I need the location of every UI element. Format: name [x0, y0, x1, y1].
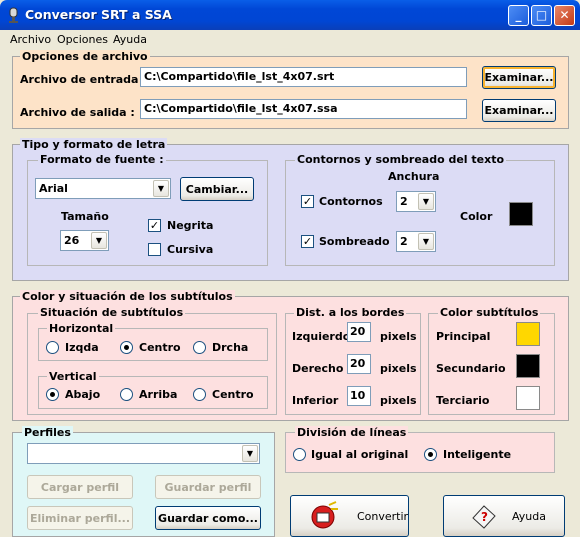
size-select[interactable]: 26 ▼	[60, 230, 109, 251]
horizontal-izqda-label: Izqda	[65, 341, 99, 354]
bottom-margin-unit: pixels	[380, 394, 417, 407]
font-section-title: Tipo y formato de letra	[20, 138, 168, 151]
input-file-label: Archivo de entrada :	[20, 73, 147, 86]
horizontal-title: Horizontal	[47, 322, 116, 335]
change-font-button[interactable]: Cambiar...	[180, 177, 254, 201]
outline-label: Contornos	[319, 195, 383, 208]
left-margin-field[interactable]: 20	[347, 322, 371, 342]
right-margin-label: Derecho	[292, 362, 344, 375]
line-split-original-label: Igual al original	[311, 448, 409, 461]
vertical-title: Vertical	[47, 370, 99, 383]
vertical-centro-label: Centro	[212, 388, 254, 401]
font-format-title: Formato de fuente :	[38, 153, 166, 166]
profile-select[interactable]: ▼	[27, 443, 260, 464]
italic-checkbox[interactable]	[148, 243, 161, 256]
close-button[interactable]: ✕	[554, 5, 575, 26]
browse-input-button[interactable]: Examinar...	[482, 66, 556, 89]
save-as-button[interactable]: Guardar como...	[155, 506, 261, 530]
right-margin-unit: pixels	[380, 362, 417, 375]
font-color-swatch[interactable]	[509, 202, 533, 226]
line-split-title: División de líneas	[295, 426, 409, 439]
shadow-label: Sombreado	[319, 235, 390, 248]
color-label: Color	[460, 210, 493, 223]
save-profile-button[interactable]: Guardar perfil	[155, 475, 261, 499]
menu-archivo[interactable]: Archivo	[10, 33, 51, 46]
vertical-arriba-label: Arriba	[139, 388, 178, 401]
italic-label: Cursiva	[167, 243, 214, 256]
horizontal-drcha-radio[interactable]	[193, 341, 206, 354]
maximize-button[interactable]: □	[531, 5, 552, 26]
help-icon: ?	[470, 502, 498, 530]
subtitle-colors-title: Color subtítulos	[438, 306, 541, 319]
outline-width-value: 2	[400, 195, 408, 208]
borders-title: Dist. a los bordes	[294, 306, 407, 319]
delete-profile-button[interactable]: Eliminar perfil...	[27, 506, 133, 530]
profiles-title: Perfiles	[22, 426, 73, 439]
help-label: Ayuda	[512, 509, 546, 523]
app-icon	[6, 7, 21, 23]
left-margin-unit: pixels	[380, 330, 417, 343]
shadow-checkbox[interactable]: ✓	[301, 235, 314, 248]
tertiary-color-swatch[interactable]	[516, 386, 540, 410]
chevron-down-icon[interactable]: ▼	[91, 232, 107, 249]
chevron-down-icon[interactable]: ▼	[418, 233, 434, 250]
bold-label: Negrita	[167, 219, 214, 232]
output-file-field[interactable]: C:\Compartido\file_lst_4x07.ssa	[140, 99, 467, 119]
subtitle-section-title: Color y situación de los subtítulos	[20, 290, 235, 303]
input-file-field[interactable]: C:\Compartido\file_lst_4x07.srt	[140, 67, 467, 87]
line-split-smart-label: Inteligente	[443, 448, 512, 461]
horizontal-centro-label: Centro	[139, 341, 181, 354]
outline-title: Contornos y sombreado del texto	[295, 153, 507, 166]
menu-ayuda[interactable]: Ayuda	[113, 33, 147, 46]
size-value: 26	[64, 234, 80, 247]
size-label: Tamaño	[61, 210, 109, 223]
chevron-down-icon[interactable]: ▼	[153, 180, 169, 197]
vertical-abajo-label: Abajo	[65, 388, 101, 401]
chevron-down-icon[interactable]: ▼	[418, 193, 434, 210]
shadow-width-value: 2	[400, 235, 408, 248]
right-margin-field[interactable]: 20	[347, 354, 371, 374]
secondary-color-label: Secundario	[436, 362, 506, 375]
line-split-original-radio[interactable]	[293, 448, 306, 461]
bottom-margin-field[interactable]: 10	[347, 386, 371, 406]
vertical-abajo-radio[interactable]	[46, 388, 59, 401]
outline-width-select[interactable]: 2 ▼	[396, 191, 436, 212]
bold-checkbox[interactable]: ✓	[148, 219, 161, 232]
tertiary-color-label: Terciario	[436, 394, 490, 407]
convert-icon	[309, 501, 339, 531]
outline-checkbox[interactable]: ✓	[301, 195, 314, 208]
convert-button[interactable]: Convertir	[290, 495, 409, 537]
help-button[interactable]: ? Ayuda	[443, 495, 565, 537]
convert-label: Convertir	[357, 509, 409, 523]
file-options-title: Opciones de archivo	[20, 50, 150, 63]
line-split-smart-radio[interactable]	[424, 448, 437, 461]
browse-output-button[interactable]: Examinar...	[482, 99, 556, 122]
left-margin-label: Izquierdo	[292, 330, 351, 343]
bottom-margin-label: Inferior	[292, 394, 339, 407]
horizontal-drcha-label: Drcha	[212, 341, 249, 354]
horizontal-centro-radio[interactable]	[120, 341, 133, 354]
svg-text:?: ?	[481, 510, 488, 524]
position-title: Situación de subtítulos	[38, 306, 186, 319]
font-select[interactable]: Arial ▼	[35, 178, 171, 199]
output-file-label: Archivo de salida :	[20, 106, 135, 119]
vertical-arriba-radio[interactable]	[120, 388, 133, 401]
font-value: Arial	[39, 182, 68, 195]
vertical-centro-radio[interactable]	[193, 388, 206, 401]
primary-color-swatch[interactable]	[516, 322, 540, 346]
menu-opciones[interactable]: Opciones	[57, 33, 108, 46]
shadow-width-select[interactable]: 2 ▼	[396, 231, 436, 252]
secondary-color-swatch[interactable]	[516, 354, 540, 378]
width-label: Anchura	[388, 170, 440, 183]
minimize-button[interactable]: _	[508, 5, 529, 26]
load-profile-button[interactable]: Cargar perfil	[27, 475, 133, 499]
horizontal-izqda-radio[interactable]	[46, 341, 59, 354]
primary-color-label: Principal	[436, 330, 491, 343]
chevron-down-icon[interactable]: ▼	[242, 445, 258, 462]
window-title: Conversor SRT a SSA	[25, 7, 172, 22]
